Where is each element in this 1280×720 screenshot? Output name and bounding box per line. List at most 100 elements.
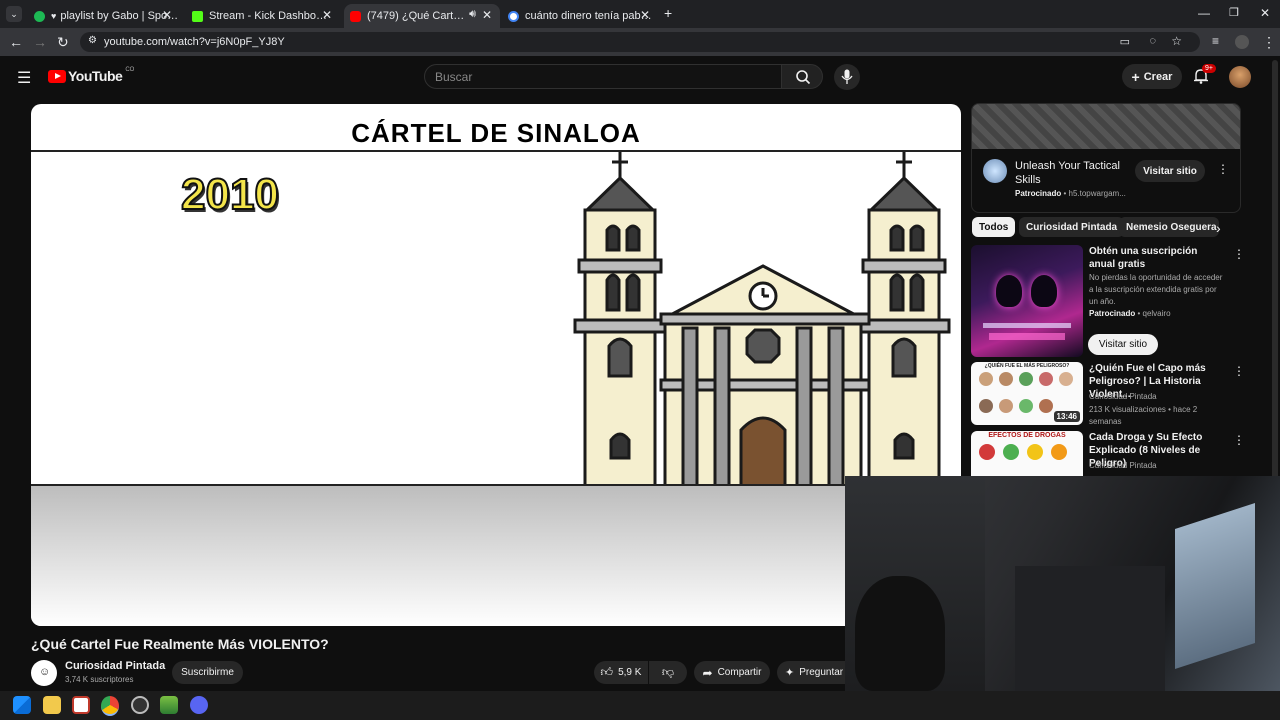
chevron-right-icon[interactable]: › <box>1216 220 1221 236</box>
channel-avatar[interactable]: ☺ <box>31 660 57 686</box>
share-button[interactable]: ➦ Compartir <box>694 661 770 684</box>
address-bar[interactable]: ⚙ youtube.com/watch?v=j6N0pF_YJ8Y ▭ ◌ ☆ <box>80 32 1200 52</box>
youtube-logo[interactable]: YouTube CO <box>48 67 134 84</box>
create-button[interactable]: + Crear <box>1122 64 1182 89</box>
browser-tab-spotify[interactable]: ♥ playlist by Gabo | Spotify ✕ <box>28 4 180 28</box>
face-thumb <box>979 399 993 413</box>
windows-start-icon[interactable] <box>13 696 31 714</box>
close-tab-icon[interactable]: ✕ <box>640 8 650 22</box>
channel-name[interactable]: Curiosidad Pintada <box>65 660 165 672</box>
channel-subscribers: 3,74 K suscriptores <box>65 675 134 684</box>
ad-meta: Patrocinado • h5.topwargam... <box>1015 189 1126 198</box>
google-icon <box>508 10 519 22</box>
face-thumb <box>1039 372 1053 386</box>
thumbnail-caption: EFECTOS DE DROGAS <box>988 432 1066 439</box>
browser-tab-kick[interactable]: Stream - Kick Dashboard ✕ <box>186 4 340 28</box>
sponsored-thumbnail <box>971 245 1083 357</box>
face-thumb <box>999 399 1013 413</box>
profile-avatar[interactable] <box>1235 35 1249 49</box>
face-icon: ☺ <box>39 666 51 678</box>
sidebar-item-video[interactable]: ¿QUIÉN FUE EL MÁS PELIGROSO? 13:46 ¿Quié… <box>971 362 1245 426</box>
youtube-play-logo-icon <box>48 69 66 83</box>
new-tab-icon[interactable]: + <box>664 5 672 21</box>
chip-nemesio[interactable]: Nemesio Oseguera <box>1119 217 1219 237</box>
menu-kebab-icon[interactable]: ⋮ <box>1262 34 1276 51</box>
thumbnail-text-line <box>989 333 1065 340</box>
face-thumb <box>1019 399 1033 413</box>
cathedral-illustration <box>573 152 951 486</box>
create-label: Crear <box>1143 70 1173 83</box>
like-count: 5,9 K <box>618 667 642 678</box>
ad-more-icon[interactable]: ⋮ <box>1217 162 1229 176</box>
sidebar-ad-card[interactable]: Unleash Your Tactical Skills Patrocinado… <box>971 103 1241 213</box>
chrome-icon[interactable] <box>101 696 119 716</box>
ad-title: Unleash Your Tactical Skills <box>1015 160 1120 186</box>
close-tab-icon[interactable]: ✕ <box>162 8 172 22</box>
reload-icon[interactable]: ↻ <box>57 34 69 51</box>
monitor-glow <box>1175 503 1255 669</box>
steam-icon[interactable] <box>131 696 149 714</box>
file-explorer-icon[interactable] <box>43 696 61 714</box>
eye-off-icon[interactable]: ◌ <box>1149 35 1156 47</box>
icon-circle <box>1051 444 1067 460</box>
sidebar-item-video[interactable]: EFECTOS DE DROGAS Cada Droga y Su Efecto… <box>971 431 1243 476</box>
account-avatar[interactable] <box>1229 66 1251 88</box>
icon-circle <box>1003 444 1019 460</box>
duration-badge: 13:46 <box>1053 411 1080 422</box>
ask-button[interactable]: ✦ Preguntar <box>777 661 845 684</box>
notes-app-icon[interactable] <box>72 696 90 714</box>
icon-circle <box>979 444 995 460</box>
rec-visit-button[interactable]: Visitar sitio <box>1088 334 1158 355</box>
media-controls-icon[interactable]: ≡ <box>1212 34 1219 48</box>
ad-sponsored-label: Patrocinado <box>1015 189 1062 198</box>
close-tab-icon[interactable]: ✕ <box>322 8 332 22</box>
video-frame-title: CÁRTEL DE SINALOA <box>351 118 641 148</box>
advertiser-logo <box>983 159 1007 183</box>
rec-more-icon[interactable]: ⋮ <box>1233 247 1245 261</box>
figure-silhouette <box>996 275 1022 307</box>
video-frame-year: 2010 <box>180 169 280 220</box>
like-button[interactable]: 👍︎ 5,9 K <box>594 661 648 684</box>
rec-sponsored-label: Patrocinado <box>1089 309 1136 318</box>
search-input[interactable]: Buscar <box>424 64 782 89</box>
rec-more-icon[interactable]: ⋮ <box>1233 364 1245 378</box>
thumbs-up-icon: 👍︎ <box>600 665 614 679</box>
back-icon[interactable]: ← <box>9 34 23 50</box>
restore-icon[interactable]: ❐ <box>1229 6 1239 19</box>
rec-description: No pierdas la oportunidad de acceder a l… <box>1089 273 1223 306</box>
dislike-button[interactable]: 👎︎ <box>649 661 687 684</box>
chip-all[interactable]: Todos <box>972 217 1016 237</box>
tab-label: cuánto dinero tenía pablo esco <box>525 10 653 22</box>
youtube-logo-text: YouTube <box>68 68 123 84</box>
browser-tab-google[interactable]: cuánto dinero tenía pablo esco ✕ <box>502 4 658 28</box>
tab-label: playlist by Gabo | Spotify <box>60 10 179 22</box>
notifications-button[interactable]: 9+ <box>1193 64 1216 89</box>
close-window-icon[interactable]: ✕ <box>1260 6 1270 20</box>
bookmark-star-icon[interactable]: ☆ <box>1171 34 1182 48</box>
site-info-icon[interactable]: ⚙ <box>88 35 97 46</box>
ad-visit-button[interactable]: Visitar sitio <box>1135 160 1205 182</box>
video-player[interactable]: CÁRTEL DE SINALOA 2010 <box>31 104 961 626</box>
tab-label: Stream - Kick Dashboard <box>209 10 327 22</box>
minimize-icon[interactable]: — <box>1198 6 1210 20</box>
discord-icon[interactable] <box>190 696 208 714</box>
forward-icon[interactable]: → <box>33 34 47 50</box>
sidebar-item-sponsored[interactable]: Obtén una suscripción anual gratis No pi… <box>971 245 1245 357</box>
tab-search-button[interactable]: ⌄ <box>6 6 22 22</box>
audio-playing-icon[interactable]: 🔊︎ <box>469 8 476 21</box>
voice-search-button[interactable] <box>834 64 860 90</box>
close-tab-icon[interactable]: ✕ <box>482 8 492 22</box>
spotify-icon <box>34 10 45 22</box>
hamburger-menu-icon[interactable]: ☰ <box>17 68 31 88</box>
subscribe-button[interactable]: Suscribirme <box>172 661 243 684</box>
search-icon <box>796 70 811 85</box>
cast-icon[interactable]: ▭ <box>1120 35 1130 48</box>
video-frame-ground <box>31 486 961 626</box>
game-launcher-icon[interactable] <box>160 696 178 714</box>
microphone-icon <box>841 69 853 84</box>
browser-tab-youtube[interactable]: (7479) ¿Qué Cartel Fue Real 🔊︎ ✕ <box>344 4 500 28</box>
rec-more-icon[interactable]: ⋮ <box>1233 433 1243 447</box>
chip-channel[interactable]: Curiosidad Pintada <box>1019 217 1125 237</box>
page-scrollbar[interactable] <box>1272 60 1278 480</box>
search-button[interactable] <box>781 64 823 89</box>
